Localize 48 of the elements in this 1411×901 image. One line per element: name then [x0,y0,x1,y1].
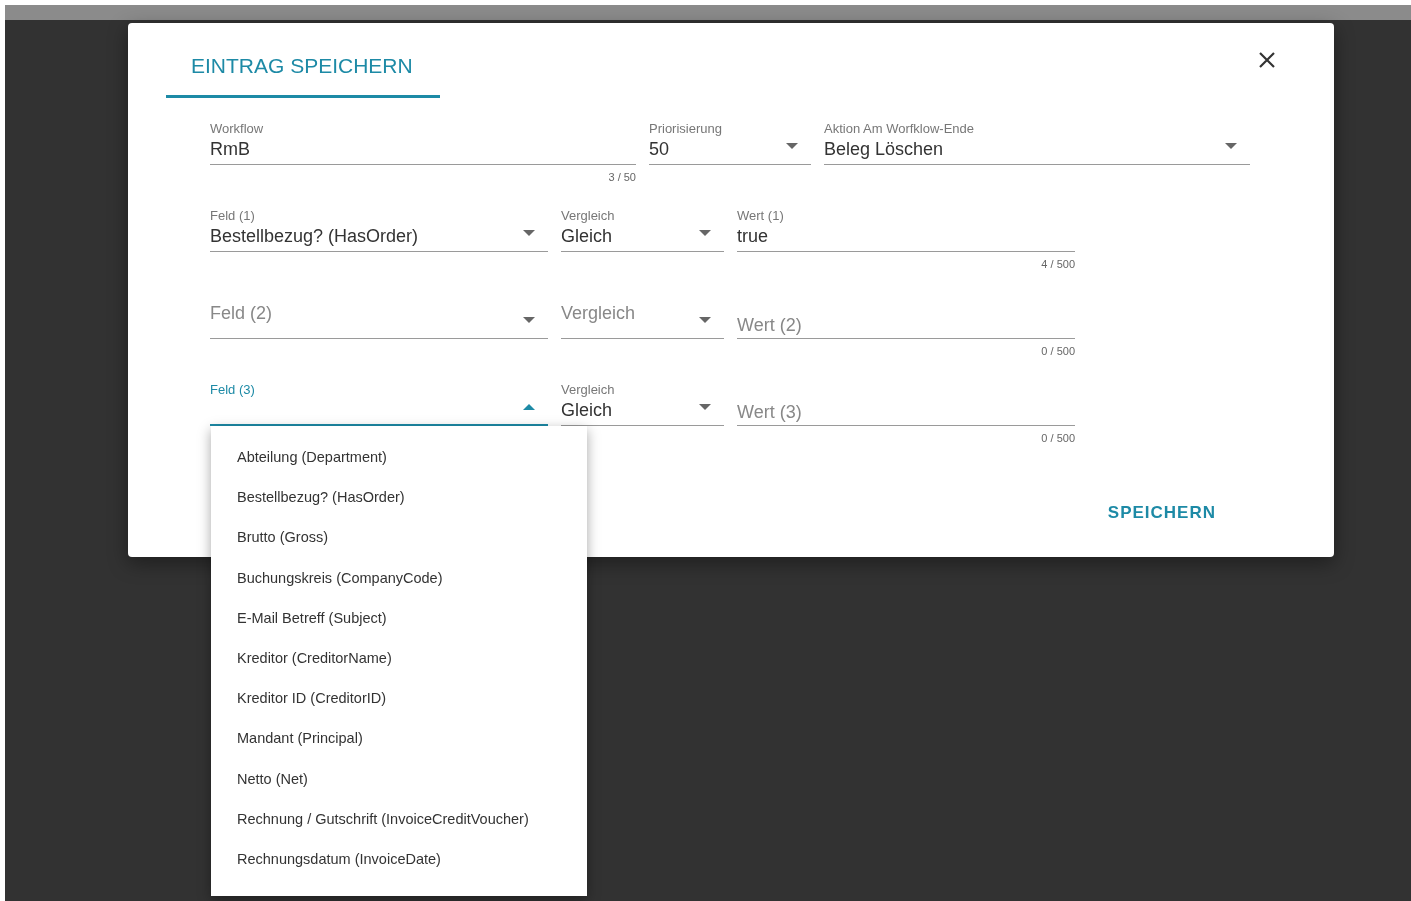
menu-item[interactable]: Mandant (Principal) [211,718,587,759]
select-field[interactable]: Vergleich [561,289,724,339]
field-value: 50 [649,139,670,160]
field-placeholder: Feld (2) [210,303,272,324]
field-value: Gleich [561,400,613,421]
field-value: Beleg Löschen [824,139,944,160]
menu-item[interactable]: Abteilung (Department) [211,437,587,478]
select-field[interactable]: Vergleich Gleich [561,202,724,252]
field-placeholder: Vergleich [561,303,636,324]
field-label: Wert (1) [737,208,784,223]
menu-item[interactable]: Netto (Net) [211,758,587,799]
input-field[interactable]: Wert (3) [737,376,1075,426]
input-field[interactable]: Wert (1) true [737,202,1075,252]
menu-item[interactable]: Kreditor (CreditorName) [211,637,587,679]
menu-item[interactable]: Rechnungsdatum (InvoiceDate) [211,838,587,880]
save-button[interactable]: SPEICHERN [1107,495,1216,531]
menu-item[interactable]: Rechnung / Gutschrift (InvoiceCreditVoucher) [211,798,587,839]
dialog-tab[interactable]: EINTRAG SPEICHERN [166,23,440,98]
close-icon[interactable] [1258,51,1276,69]
field-label: Aktion Am Worfklow-Ende [824,121,975,136]
menu-item[interactable]: E-Mail Betreff (Subject) [211,597,587,638]
menu-item[interactable]: Buchungskreis (CompanyCode) [211,557,587,598]
character-counter: 4 / 500 [1041,258,1075,270]
field-value: true [737,226,769,247]
field-label: Priorisierung [649,121,722,136]
field-placeholder: Wert (2) [737,315,802,336]
select-field[interactable]: Vergleich Gleich [561,376,724,426]
field-label: Feld (1) [210,208,255,223]
input-field[interactable]: Wert (2) [737,289,1075,339]
select-field[interactable]: Priorisierung 50 [649,115,811,165]
select-field[interactable]: Feld (2) [210,289,548,339]
field-value: RmB [210,139,250,160]
select-field[interactable]: Aktion Am Worfklow-Ende Beleg Löschen [824,115,1250,165]
field-value: Bestellbezug? (HasOrder) [210,226,419,247]
menu-item[interactable]: Kreditor ID (CreditorID) [211,678,587,719]
input-field[interactable]: Workflow RmB [210,115,636,165]
menu-item[interactable]: Bestellbezug? (HasOrder) [211,477,587,518]
field-label: Vergleich [561,382,615,397]
field-label: Workflow [210,121,264,136]
field-label: Feld (3) [210,382,255,397]
character-counter: 3 / 50 [608,171,636,183]
character-counter: 0 / 500 [1041,432,1075,444]
field-value: Gleich [561,226,613,247]
field-placeholder: Wert (3) [737,402,802,423]
menu-item[interactable]: Brutto (Gross) [211,517,587,558]
field-label: Vergleich [561,208,615,223]
select-field[interactable]: Feld (1) Bestellbezug? (HasOrder) [210,202,548,252]
character-counter: 0 / 500 [1041,345,1075,357]
